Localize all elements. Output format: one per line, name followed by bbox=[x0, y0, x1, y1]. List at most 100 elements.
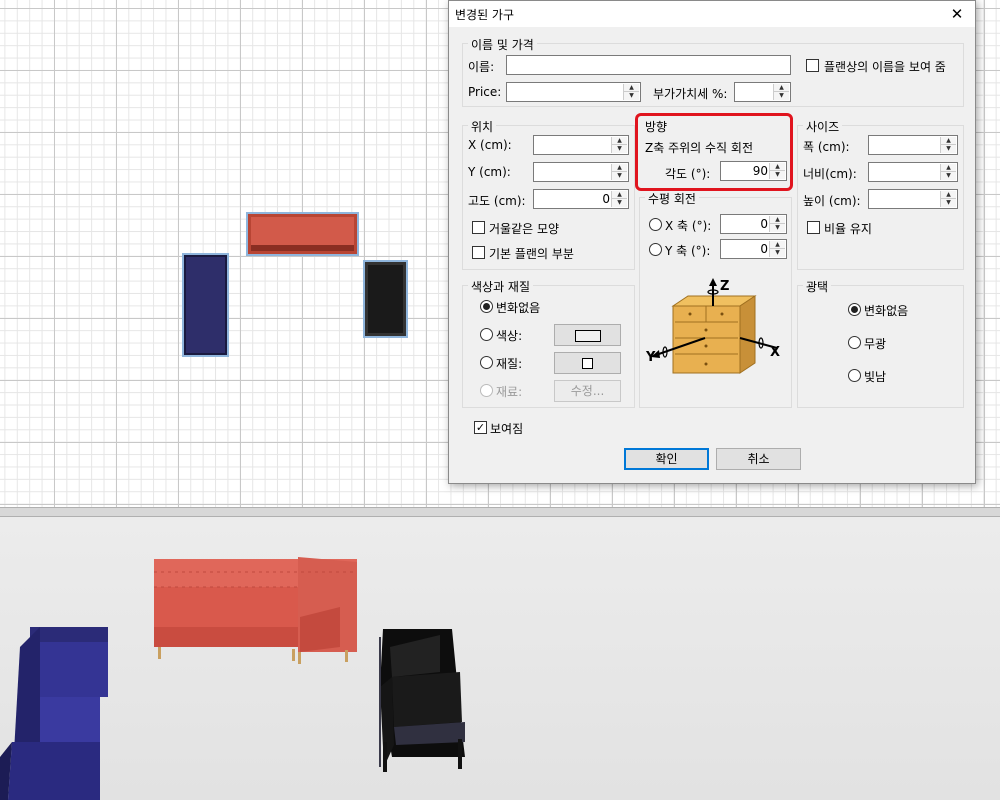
y-label: Y (cm): bbox=[468, 165, 511, 179]
y-axis-radio[interactable] bbox=[649, 243, 662, 256]
matt-label: 무광 bbox=[864, 337, 887, 351]
color-unchanged-label: 변화없음 bbox=[496, 301, 541, 315]
x-spinner[interactable]: ▲ ▼ bbox=[533, 135, 629, 155]
show-name-checkbox[interactable] bbox=[806, 59, 819, 72]
height-spinner[interactable]: ▲ ▼ bbox=[868, 189, 958, 209]
x-axis-value: 0 bbox=[760, 217, 768, 231]
x-axis-illustration-label: X bbox=[770, 345, 781, 360]
visible-label: 보여짐 bbox=[490, 422, 524, 436]
show-name-label: 플랜상의 이름을 보여 줌 bbox=[824, 60, 946, 74]
3d-view[interactable] bbox=[0, 517, 1000, 800]
name-price-legend: 이름 및 가격 bbox=[468, 36, 537, 53]
rotation-illustration bbox=[651, 278, 778, 374]
texture-button[interactable] bbox=[554, 352, 621, 374]
spin-down-icon[interactable]: ▼ bbox=[941, 172, 956, 180]
depth-spinner[interactable]: ▲ ▼ bbox=[868, 162, 958, 182]
spin-down-icon[interactable]: ▼ bbox=[770, 249, 785, 257]
spin-down-icon[interactable]: ▼ bbox=[941, 199, 956, 207]
elevation-label: 고도 (cm): bbox=[468, 194, 526, 208]
spin-up-icon[interactable]: ▲ bbox=[612, 191, 627, 199]
spin-down-icon[interactable]: ▼ bbox=[624, 92, 639, 100]
shininess-legend: 광택 bbox=[803, 278, 832, 295]
width-spinner[interactable]: ▲ ▼ bbox=[868, 135, 958, 155]
spin-down-icon[interactable]: ▼ bbox=[612, 172, 627, 180]
mirror-label: 거울같은 모양 bbox=[489, 222, 560, 236]
3d-scene bbox=[0, 557, 465, 800]
ok-button[interactable]: 확인 bbox=[624, 448, 709, 470]
color-button[interactable] bbox=[554, 324, 621, 346]
vat-label: 부가가치세 %: bbox=[653, 87, 728, 101]
elevation-spinner[interactable]: 0 ▲ ▼ bbox=[533, 189, 629, 209]
shiny-label: 빛남 bbox=[864, 370, 887, 384]
spin-up-icon[interactable]: ▲ bbox=[941, 191, 956, 199]
spin-down-icon[interactable]: ▼ bbox=[770, 171, 785, 179]
angle-spinner[interactable]: 90 ▲ ▼ bbox=[720, 161, 787, 181]
spin-down-icon[interactable]: ▼ bbox=[941, 145, 956, 153]
keep-ratio-checkbox[interactable] bbox=[807, 221, 820, 234]
shininess-unchanged-label: 변화없음 bbox=[864, 304, 909, 318]
x-axis-spinner[interactable]: 0 ▲ ▼ bbox=[720, 214, 787, 234]
spin-up-icon[interactable]: ▲ bbox=[941, 137, 956, 145]
materials-radio[interactable] bbox=[480, 384, 493, 397]
dialog-title: 변경된 가구 bbox=[455, 8, 515, 22]
cancel-button[interactable]: 취소 bbox=[716, 448, 801, 470]
3d-red-sofa bbox=[154, 557, 357, 664]
matt-radio[interactable] bbox=[848, 336, 861, 349]
location-legend: 위치 bbox=[468, 118, 497, 135]
price-spinner[interactable]: ▲ ▼ bbox=[506, 82, 641, 102]
name-input[interactable] bbox=[506, 55, 791, 75]
spin-up-icon[interactable]: ▲ bbox=[770, 241, 785, 249]
modify-materials-button[interactable]: 수정... bbox=[554, 380, 621, 402]
color-unchanged-radio[interactable] bbox=[480, 300, 493, 313]
3d-blue-sofa bbox=[0, 627, 108, 800]
vat-spinner[interactable]: ▲ ▼ bbox=[734, 82, 791, 102]
dialog-titlebar[interactable]: 변경된 가구 ✕ bbox=[449, 1, 975, 27]
shininess-unchanged-radio[interactable] bbox=[848, 303, 861, 316]
name-label: 이름: bbox=[468, 60, 495, 74]
modify-furniture-dialog: 변경된 가구 ✕ 이름 및 가격 이름: 플랜상의 이름을 보여 줌 Price… bbox=[448, 0, 976, 484]
shiny-radio[interactable] bbox=[848, 369, 861, 382]
texture-radio[interactable] bbox=[480, 356, 493, 369]
base-plan-checkbox[interactable] bbox=[472, 246, 485, 259]
orientation-legend: 방향 bbox=[645, 120, 668, 134]
spin-up-icon[interactable]: ▲ bbox=[941, 164, 956, 172]
y-axis-value: 0 bbox=[760, 242, 768, 256]
keep-ratio-label: 비율 유지 bbox=[824, 222, 872, 236]
spin-down-icon[interactable]: ▼ bbox=[612, 199, 627, 207]
color-swatch-icon bbox=[574, 329, 601, 342]
x-axis-label: X 축 (°): bbox=[665, 219, 712, 233]
plan-furniture-red-sofa[interactable] bbox=[246, 212, 359, 256]
size-legend: 사이즈 bbox=[803, 118, 843, 135]
spin-up-icon[interactable]: ▲ bbox=[612, 164, 627, 172]
y-spinner[interactable]: ▲ ▼ bbox=[533, 162, 629, 182]
plan-furniture-blue-sofa[interactable] bbox=[182, 253, 229, 357]
base-plan-label: 기본 플랜의 부분 bbox=[489, 247, 574, 261]
width-label: 폭 (cm): bbox=[803, 140, 850, 154]
spin-up-icon[interactable]: ▲ bbox=[624, 84, 639, 92]
x-label: X (cm): bbox=[468, 138, 512, 152]
z-axis-illustration-label: Z bbox=[720, 279, 730, 294]
y-axis-spinner[interactable]: 0 ▲ ▼ bbox=[720, 239, 787, 259]
spin-up-icon[interactable]: ▲ bbox=[612, 137, 627, 145]
texture-swatch-icon bbox=[582, 358, 593, 369]
spin-up-icon[interactable]: ▲ bbox=[774, 84, 789, 92]
x-axis-radio[interactable] bbox=[649, 218, 662, 231]
mirror-checkbox[interactable] bbox=[472, 221, 485, 234]
elevation-value: 0 bbox=[602, 192, 610, 206]
color-radio[interactable] bbox=[480, 328, 493, 341]
spin-down-icon[interactable]: ▼ bbox=[612, 145, 627, 153]
materials-label: 재료: bbox=[496, 385, 523, 399]
spin-up-icon[interactable]: ▲ bbox=[770, 163, 785, 171]
y-axis-label: Y 축 (°): bbox=[665, 244, 711, 258]
plan-furniture-black-chair[interactable] bbox=[363, 260, 408, 338]
color-label: 색상: bbox=[496, 329, 523, 343]
angle-label: 각도 (°): bbox=[665, 167, 711, 181]
spin-down-icon[interactable]: ▼ bbox=[770, 224, 785, 232]
spin-down-icon[interactable]: ▼ bbox=[774, 92, 789, 100]
visible-checkbox[interactable]: ✓ bbox=[474, 421, 487, 434]
close-icon[interactable]: ✕ bbox=[939, 1, 975, 27]
horizontal-rotation-legend: 수평 회전 bbox=[645, 190, 699, 207]
spin-up-icon[interactable]: ▲ bbox=[770, 216, 785, 224]
height-label: 높이 (cm): bbox=[803, 194, 861, 208]
view-splitter[interactable] bbox=[0, 507, 1000, 517]
